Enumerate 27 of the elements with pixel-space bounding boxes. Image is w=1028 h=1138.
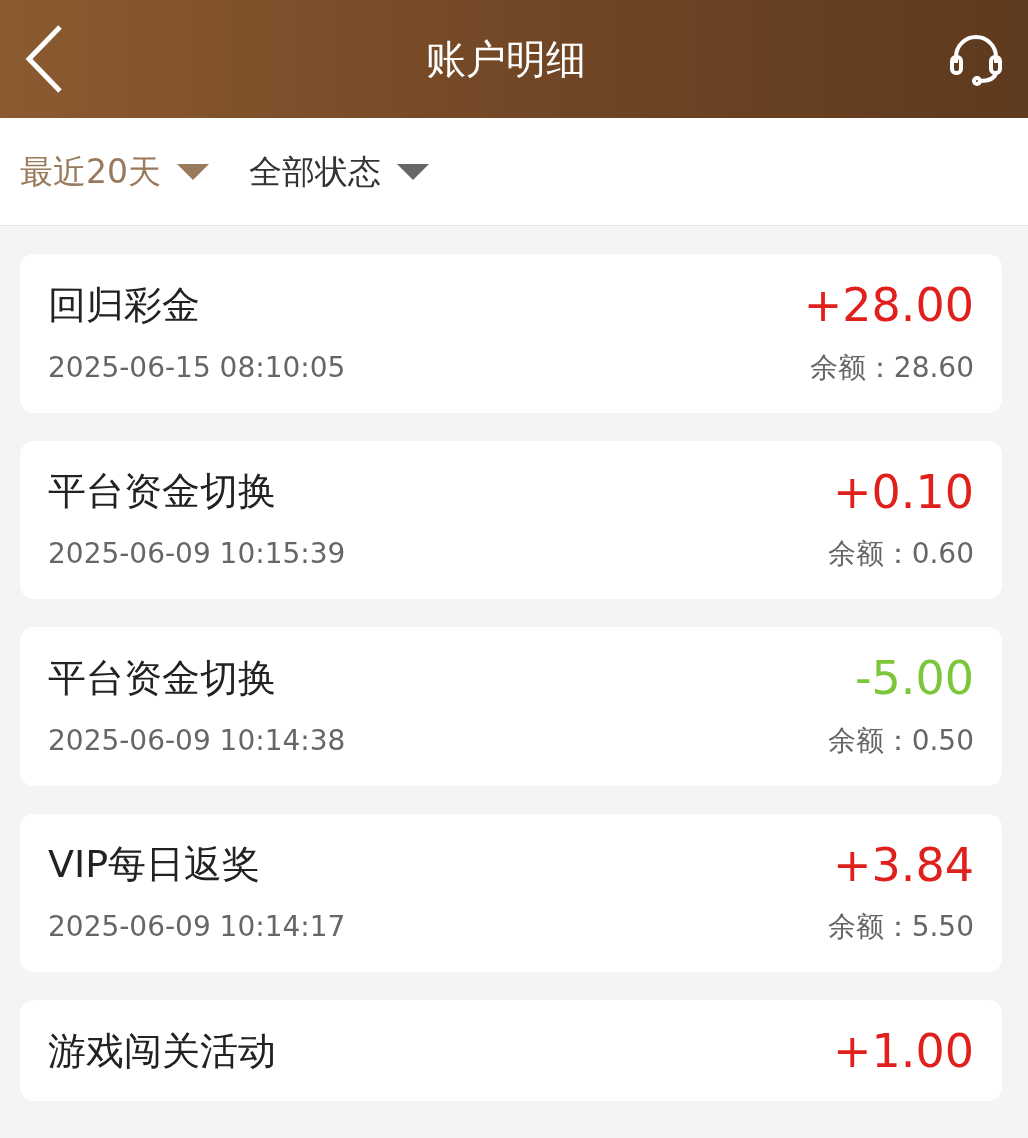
balance-text: 余额：5.50 bbox=[827, 909, 974, 946]
transaction-card[interactable]: 回归彩金 +28.00 2025-06-15 08:10:05 余额：28.60 bbox=[20, 254, 1002, 413]
balance-text: 余额：28.60 bbox=[809, 349, 974, 386]
transaction-card[interactable]: VIP每日返奖 +3.84 2025-06-09 10:14:17 余额：5.50 bbox=[20, 813, 1002, 973]
transaction-title: VIP每日返奖 bbox=[48, 842, 261, 888]
transaction-time: 2025-06-09 10:15:39 bbox=[48, 536, 346, 573]
transaction-time: 2025-06-15 08:10:05 bbox=[48, 349, 346, 386]
page-title: 账户明细 bbox=[426, 35, 586, 84]
filter-dropdown[interactable]: 全部状态 bbox=[249, 146, 429, 197]
transaction-title: 平台资金切换 bbox=[48, 469, 276, 515]
transaction-card[interactable]: 平台资金切换 +0.10 2025-06-09 10:15:39 余额：0.60 bbox=[20, 440, 1002, 600]
transaction-amount: +3.84 bbox=[833, 839, 974, 891]
transaction-amount: -5.00 bbox=[854, 653, 974, 704]
filter-dropdown[interactable]: 最近20天 bbox=[20, 146, 209, 197]
transaction-amount: +1.00 bbox=[833, 1026, 974, 1077]
transaction-title: 游戏闯关活动 bbox=[48, 1028, 276, 1075]
transaction-title: 平台资金切换 bbox=[48, 655, 276, 702]
transaction-amount: +28.00 bbox=[803, 280, 974, 331]
transaction-card[interactable]: 游戏闯关活动 +1.00 bbox=[20, 1000, 1002, 1101]
transaction-title: 回归彩金 bbox=[48, 282, 200, 329]
transaction-amount: +0.10 bbox=[833, 466, 974, 518]
transaction-card[interactable]: 平台资金切换 -5.00 2025-06-09 10:14:38 余额：0.50 bbox=[20, 627, 1002, 786]
balance-text: 余额：0.60 bbox=[827, 536, 974, 573]
back-icon[interactable] bbox=[24, 24, 64, 94]
transaction-time: 2025-06-09 10:14:38 bbox=[48, 722, 346, 759]
balance-text: 余额：0.50 bbox=[827, 722, 974, 759]
transaction-time: 2025-06-09 10:14:17 bbox=[48, 909, 346, 946]
